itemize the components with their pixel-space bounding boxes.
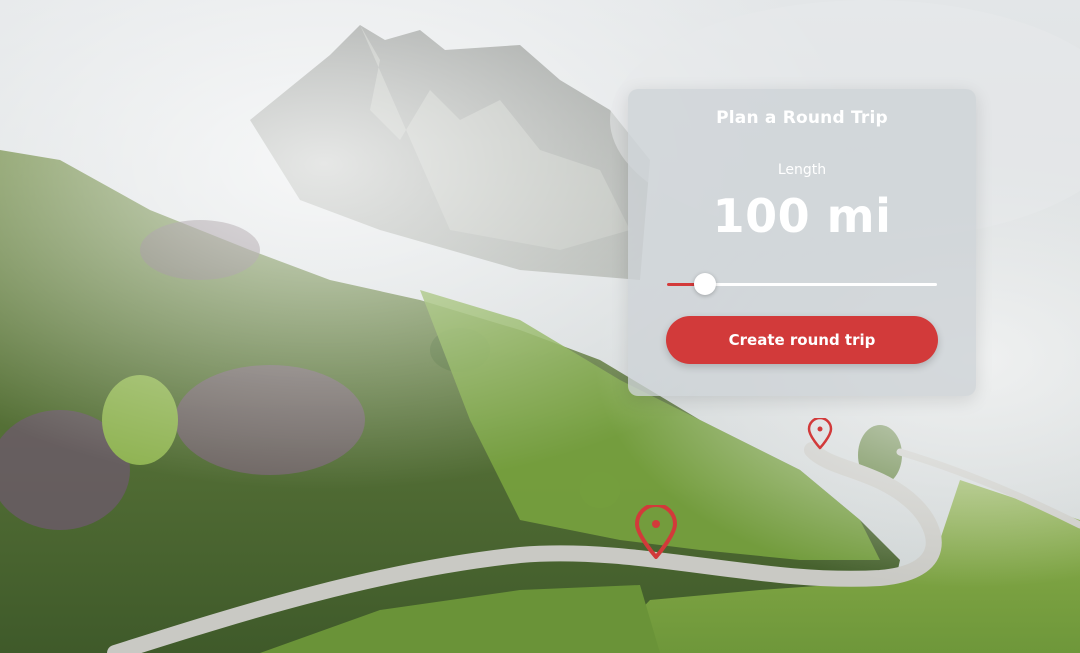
- map-pin-icon[interactable]: [807, 418, 833, 450]
- length-slider[interactable]: [667, 272, 937, 296]
- map-pin-icon[interactable]: [634, 505, 678, 559]
- create-round-trip-button[interactable]: Create round trip: [666, 316, 938, 364]
- length-value: 100 mi: [712, 189, 892, 243]
- length-label: Length: [777, 162, 827, 178]
- slider-thumb[interactable]: [693, 273, 716, 295]
- round-trip-panel: Plan a Round Trip Length 100 mi Create r…: [628, 89, 976, 396]
- panel-title: Plan a Round Trip: [716, 108, 888, 128]
